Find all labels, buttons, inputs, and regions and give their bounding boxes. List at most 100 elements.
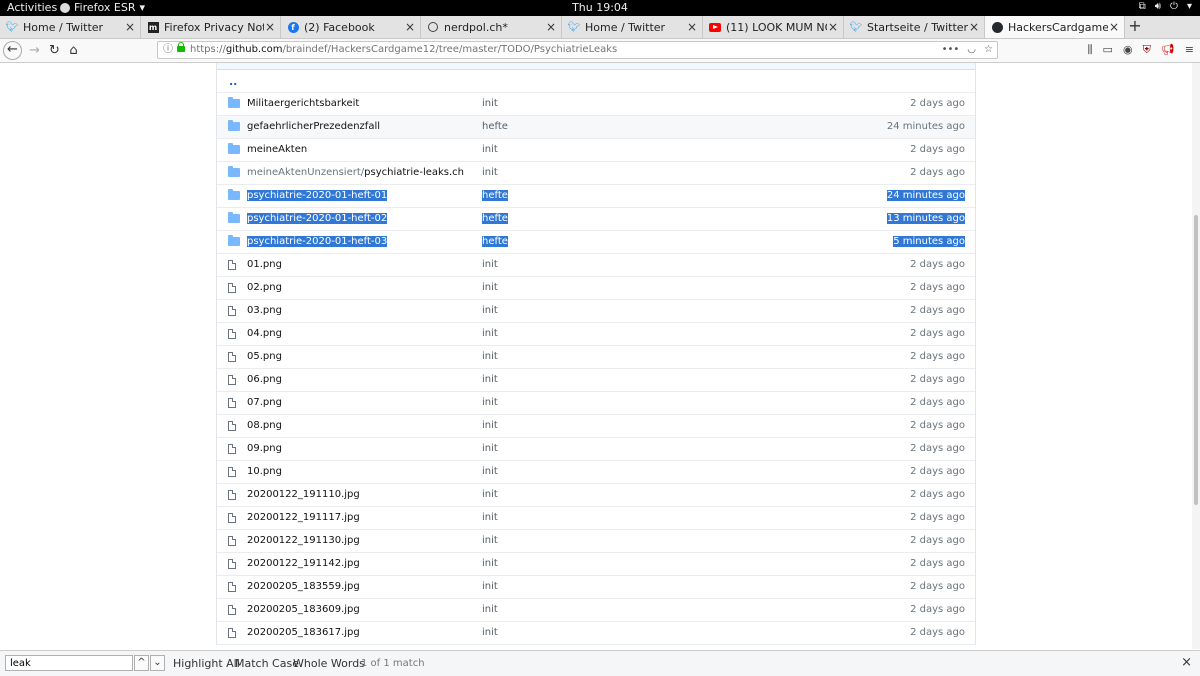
find-next-button[interactable]: ⌄: [150, 655, 165, 671]
parent-directory-row[interactable]: ..: [217, 70, 975, 93]
file-row[interactable]: 20200205_183617.jpg init 2 days ago: [217, 622, 975, 645]
parent-directory-link[interactable]: ..: [229, 75, 237, 88]
page-actions-icon[interactable]: •••: [942, 42, 960, 58]
tab-startseite-twitter[interactable]: 🐦︎ Startseite / Twitter ×: [844, 16, 985, 38]
tab-home-twitter[interactable]: 🐦︎ Home / Twitter ×: [0, 16, 141, 38]
item-name[interactable]: gefaehrlicherPrezedenzfall: [247, 121, 380, 132]
file-row[interactable]: 07.png init 2 days ago: [217, 392, 975, 415]
item-name-link[interactable]: 20200205_183609.jpg: [247, 604, 360, 615]
whole-words-toggle[interactable]: Whole Words: [293, 657, 365, 670]
close-icon[interactable]: ×: [545, 20, 557, 34]
item-name-prefix[interactable]: meineAktenUnzensiert/: [247, 167, 364, 178]
reload-button[interactable]: ↻: [45, 41, 64, 60]
item-name-link[interactable]: 20200122_191130.jpg: [247, 535, 360, 546]
lock-icon[interactable]: [177, 42, 185, 52]
file-row[interactable]: 05.png init 2 days ago: [217, 346, 975, 369]
item-name[interactable]: 04.png: [247, 328, 282, 339]
file-row[interactable]: 20200122_191117.jpg init 2 days ago: [217, 507, 975, 530]
item-name[interactable]: 07.png: [247, 397, 282, 408]
commit-message-link[interactable]: init: [482, 604, 498, 615]
close-icon[interactable]: ×: [124, 20, 136, 34]
item-name[interactable]: psychiatrie-2020-01-heft-03: [247, 236, 388, 247]
commit-message-link[interactable]: init: [482, 581, 498, 592]
commit-message-link[interactable]: init: [482, 282, 498, 293]
commit-message-link[interactable]: init: [482, 627, 498, 638]
extension-icon[interactable]: ◉: [1123, 43, 1133, 57]
tab-home-twitter-2[interactable]: 🐦︎ Home / Twitter ×: [562, 16, 703, 38]
item-name[interactable]: 10.png: [247, 466, 282, 477]
commit-message-link[interactable]: init: [482, 351, 498, 362]
forward-button[interactable]: →: [25, 41, 44, 60]
commit-message-link[interactable]: init: [482, 420, 498, 431]
pocket-icon[interactable]: ◡: [967, 42, 976, 58]
item-name[interactable]: meineAkten: [247, 144, 307, 155]
commit-message-link[interactable]: init: [482, 98, 498, 109]
item-name[interactable]: psychiatrie-2020-01-heft-01: [247, 190, 388, 201]
file-row[interactable]: 20200205_183609.jpg init 2 days ago: [217, 599, 975, 622]
commit-message-link[interactable]: init: [482, 328, 498, 339]
item-name-link[interactable]: 20200122_191110.jpg: [247, 489, 360, 500]
commit-message-link[interactable]: init: [482, 167, 498, 178]
item-name-link[interactable]: psychiatrie-2020-01-heft-03: [247, 236, 388, 247]
item-name-link[interactable]: 10.png: [247, 466, 282, 477]
new-tab-button[interactable]: +: [1126, 16, 1144, 38]
commit-message-link[interactable]: init: [482, 466, 498, 477]
item-name-link[interactable]: gefaehrlicherPrezedenzfall: [247, 121, 380, 132]
close-icon[interactable]: ×: [827, 20, 839, 34]
item-name[interactable]: psychiatrie-2020-01-heft-02: [247, 213, 388, 224]
item-name[interactable]: psychiatrie-leaks.ch: [364, 167, 464, 178]
home-button[interactable]: ⌂: [64, 41, 83, 60]
file-row[interactable]: 06.png init 2 days ago: [217, 369, 975, 392]
item-name[interactable]: 20200122_191110.jpg: [247, 489, 360, 500]
commit-message-link[interactable]: init: [482, 489, 498, 500]
folder-row[interactable]: psychiatrie-2020-01-heft-01 hefte 24 minut…: [217, 185, 975, 208]
library-icon[interactable]: ⫼: [1087, 43, 1092, 57]
commit-message-link[interactable]: init: [482, 374, 498, 385]
close-icon[interactable]: ×: [264, 20, 276, 34]
tab-facebook[interactable]: f (2) Facebook ×: [281, 16, 421, 38]
item-name-link[interactable]: 03.png: [247, 305, 282, 316]
item-name-link[interactable]: 07.png: [247, 397, 282, 408]
item-name[interactable]: 02.png: [247, 282, 282, 293]
bookmark-star-icon[interactable]: ☆: [984, 42, 993, 58]
tab-youtube[interactable]: (11) LOOK MUM NO COM ×: [703, 16, 844, 38]
item-name-link[interactable]: Militaergerichtsbarkeit: [247, 98, 359, 109]
close-icon[interactable]: ×: [1181, 655, 1192, 670]
scrollbar-thumb[interactable]: [1194, 215, 1198, 505]
commit-message-link[interactable]: init: [482, 443, 498, 454]
item-name[interactable]: 05.png: [247, 351, 282, 362]
info-icon[interactable]: ⓘ: [163, 42, 173, 58]
item-name-link[interactable]: psychiatrie-2020-01-heft-02: [247, 213, 388, 224]
item-name[interactable]: 09.png: [247, 443, 282, 454]
commit-message-link[interactable]: hefte: [482, 121, 508, 132]
close-icon[interactable]: ×: [1108, 20, 1120, 34]
file-row[interactable]: 09.png init 2 days ago: [217, 438, 975, 461]
match-case-toggle[interactable]: Match Case: [235, 657, 299, 670]
folder-row[interactable]: psychiatrie-2020-01-heft-02 hefte 13 minut…: [217, 208, 975, 231]
item-name[interactable]: 03.png: [247, 305, 282, 316]
file-row[interactable]: 20200122_191130.jpg init 2 days ago: [217, 530, 975, 553]
megaphone-icon[interactable]: 📢︎: [1161, 43, 1175, 57]
folder-row[interactable]: Militaergerichtsbarkeit init 2 days ago: [217, 93, 975, 116]
commit-message-link[interactable]: init: [482, 397, 498, 408]
item-name[interactable]: Militaergerichtsbarkeit: [247, 98, 359, 109]
item-name-link[interactable]: 04.png: [247, 328, 282, 339]
commit-message-link[interactable]: init: [482, 144, 498, 155]
commit-message-link[interactable]: hefte: [482, 213, 508, 224]
item-name-link[interactable]: meineAkten: [247, 144, 307, 155]
item-name-link[interactable]: 20200122_191142.jpg: [247, 558, 360, 569]
commit-message-link[interactable]: hefte: [482, 236, 508, 247]
find-input[interactable]: [5, 655, 133, 671]
file-row[interactable]: 10.png init 2 days ago: [217, 461, 975, 484]
folder-row[interactable]: gefaehrlicherPrezedenzfall hefte 24 minute…: [217, 116, 975, 139]
item-name[interactable]: 20200122_191130.jpg: [247, 535, 360, 546]
item-name[interactable]: 20200205_183617.jpg: [247, 627, 360, 638]
file-row[interactable]: 02.png init 2 days ago: [217, 277, 975, 300]
ublock-icon[interactable]: ⛨: [1143, 43, 1151, 57]
item-name-link[interactable]: 05.png: [247, 351, 282, 362]
folder-row[interactable]: meineAktenUnzensiert/psychiatrie-leaks.c…: [217, 162, 975, 185]
file-row[interactable]: 04.png init 2 days ago: [217, 323, 975, 346]
highlight-all-toggle[interactable]: Highlight All: [173, 657, 240, 670]
item-name[interactable]: 20200205_183559.jpg: [247, 581, 360, 592]
item-name-link[interactable]: 02.png: [247, 282, 282, 293]
